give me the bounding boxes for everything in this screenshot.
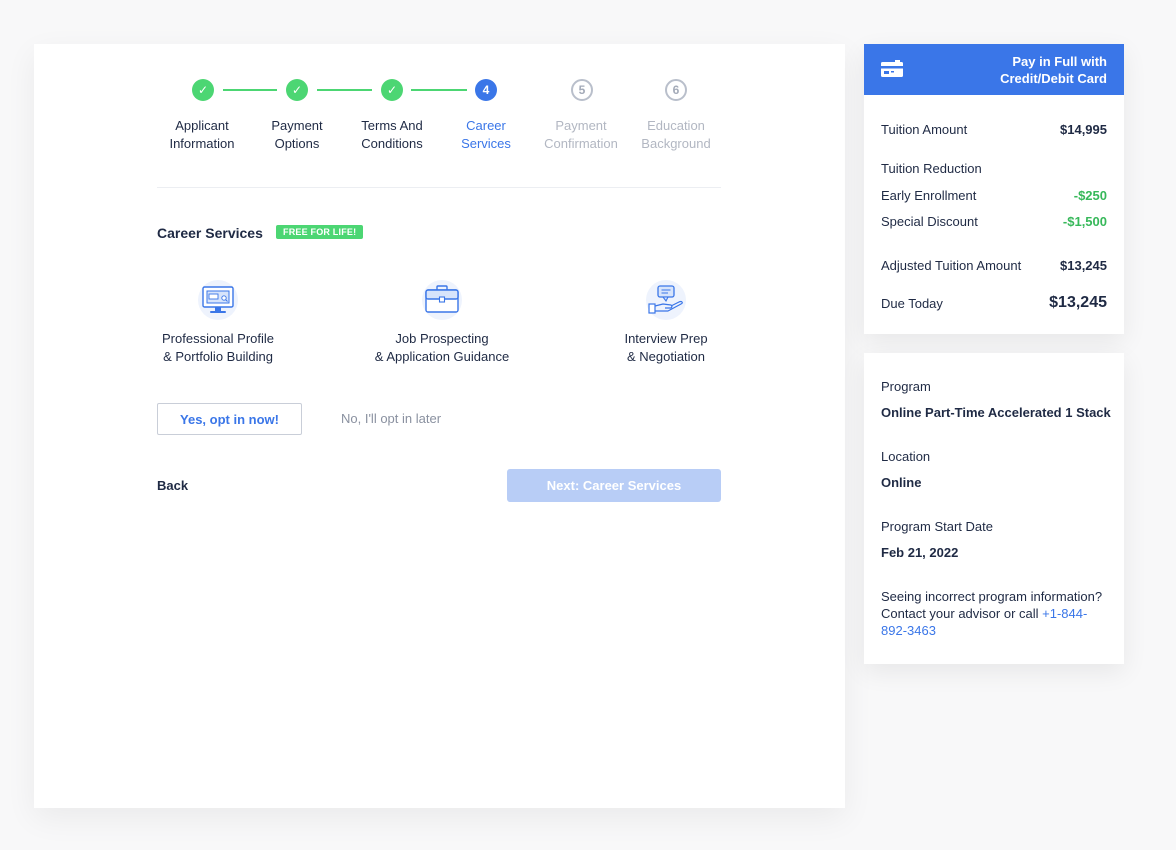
- step-4-label: Career Services: [461, 118, 511, 151]
- section-divider: [157, 187, 721, 188]
- special-discount-row: Special Discount -$1,500: [881, 214, 1107, 229]
- location-value: Online: [881, 475, 922, 490]
- contact-note: Seeing incorrect program information? Co…: [881, 588, 1111, 639]
- feature-job-prospecting-label: Job Prospecting & Application Guidance: [374, 331, 510, 364]
- monitor-profile-icon: [198, 280, 238, 320]
- feature-profile: Professional Profile & Portfolio Buildin…: [118, 278, 318, 366]
- feature-profile-label: Professional Profile & Portfolio Buildin…: [162, 331, 274, 364]
- tuition-amount-row: Tuition Amount $14,995: [881, 122, 1107, 137]
- step-connector: [223, 89, 277, 91]
- special-discount-value: -$1,500: [1062, 214, 1107, 229]
- tuition-reduction-heading: Tuition Reduction: [881, 161, 982, 176]
- adjusted-tuition-label: Adjusted Tuition Amount: [881, 258, 1022, 273]
- opt-later-link[interactable]: No, I'll opt in later: [341, 411, 441, 426]
- step-5-label: Payment Confirmation: [544, 118, 618, 151]
- hand-chat-icon: [646, 280, 686, 320]
- feature-interview-prep: Interview Prep & Negotiation: [566, 278, 766, 366]
- early-enrollment-value: -$250: [1073, 188, 1107, 203]
- program-value: Online Part-Time Accelerated 1 Stack: [881, 405, 1111, 420]
- step-1-label: Applicant Information: [169, 118, 235, 151]
- due-today-value: $13,245: [1049, 294, 1107, 311]
- step-5-number: 5: [571, 79, 593, 101]
- start-date-label: Program Start Date: [881, 519, 993, 534]
- adjusted-tuition-row: Adjusted Tuition Amount $13,245: [881, 258, 1107, 273]
- program-label: Program: [881, 379, 931, 394]
- step-6-label: Education Background: [641, 118, 711, 151]
- step-2-label: Payment Options: [271, 118, 323, 151]
- step-1-check-icon: ✓: [192, 79, 214, 101]
- payment-summary-header: Pay in Full with Credit/Debit Card: [864, 44, 1124, 95]
- next-button[interactable]: Next: Career Services: [507, 469, 721, 502]
- free-for-life-badge: FREE FOR LIFE!: [276, 225, 364, 239]
- step-connector: [317, 89, 372, 91]
- feature-job-prospecting: Job Prospecting & Application Guidance: [342, 278, 542, 366]
- adjusted-tuition-value: $13,245: [1060, 258, 1107, 273]
- progress-stepper: ✓ Applicant Information ✓ Payment Option…: [34, 44, 845, 204]
- step-4-number: 4: [475, 79, 497, 101]
- location-label: Location: [881, 449, 931, 464]
- special-discount-label: Special Discount: [881, 214, 978, 229]
- step-2-check-icon: ✓: [286, 79, 308, 101]
- step-connector: [411, 89, 467, 91]
- checkout-main-card: ✓ Applicant Information ✓ Payment Option…: [34, 44, 845, 808]
- due-today-label: Due Today: [881, 295, 943, 311]
- back-button[interactable]: Back: [157, 478, 188, 493]
- tuition-amount-value: $14,995: [1060, 122, 1107, 137]
- tuition-amount-label: Tuition Amount: [881, 122, 968, 137]
- section-title: Career Services: [157, 225, 263, 241]
- start-date-value: Feb 21, 2022: [881, 545, 959, 560]
- step-3-check-icon: ✓: [381, 79, 403, 101]
- due-today-row: Due Today $13,245: [881, 294, 1107, 312]
- early-enrollment-row: Early Enrollment -$250: [881, 188, 1107, 203]
- payment-summary-card: Pay in Full with Credit/Debit Card Tuiti…: [864, 44, 1124, 334]
- credit-card-icon: [881, 60, 903, 77]
- early-enrollment-label: Early Enrollment: [881, 188, 977, 203]
- step-6-number: 6: [665, 79, 687, 101]
- feature-interview-prep-label: Interview Prep & Negotiation: [624, 331, 708, 364]
- program-info-card: Program Online Part-Time Accelerated 1 S…: [864, 353, 1124, 664]
- opt-in-button[interactable]: Yes, opt in now!: [157, 403, 302, 435]
- briefcase-icon: [422, 280, 462, 320]
- payment-method-title: Pay in Full with Credit/Debit Card: [1000, 54, 1107, 86]
